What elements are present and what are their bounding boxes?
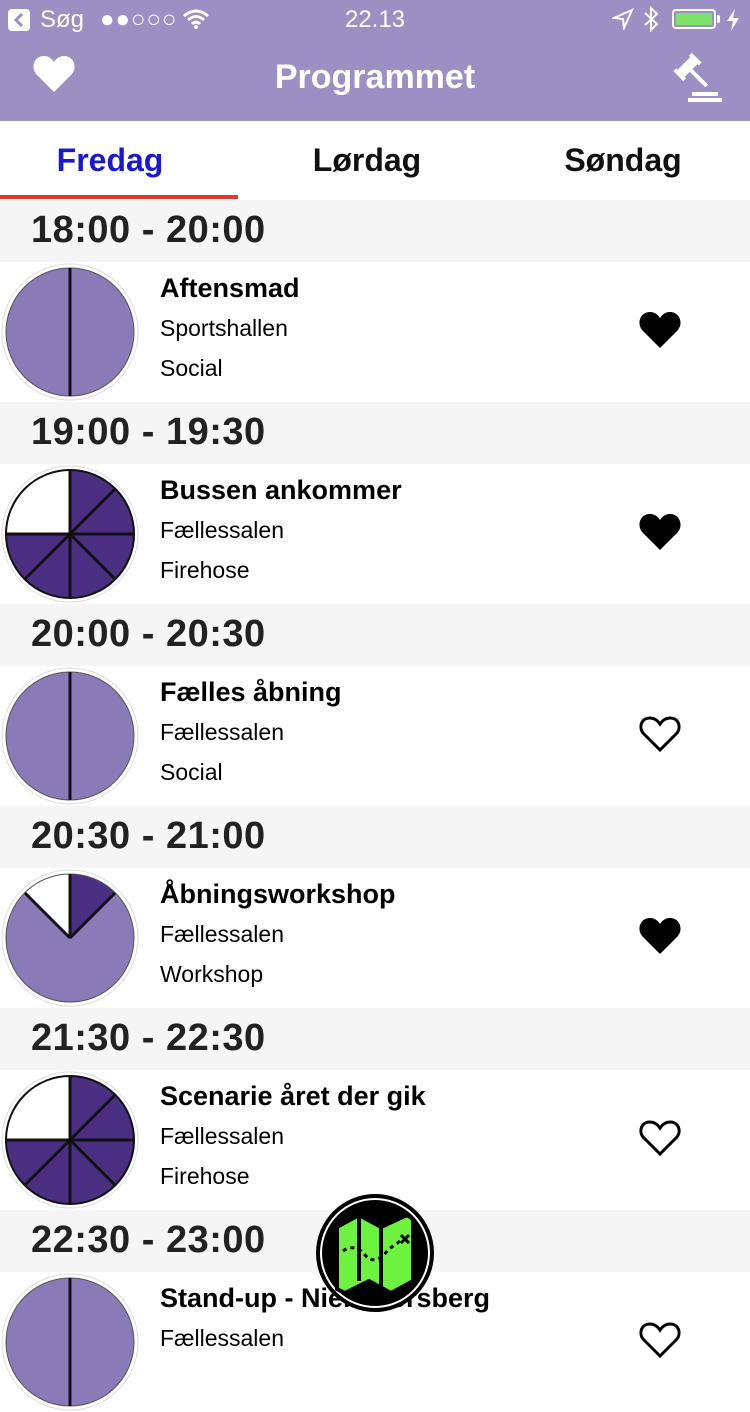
- event-location: Fællessalen: [160, 1123, 284, 1149]
- heart-filled-icon[interactable]: [638, 512, 682, 552]
- event-location: Fællessalen: [160, 1325, 284, 1351]
- battery-level: [676, 13, 712, 25]
- tab-fredag[interactable]: Fredag: [0, 121, 220, 200]
- time-range: 18:00 - 20:00: [31, 209, 266, 251]
- clock: 22.13: [344, 6, 406, 33]
- day-tabs: Fredag Lørdag Søndag: [0, 121, 750, 200]
- location-arrow-icon: [610, 8, 634, 37]
- time-section-header: 19:00 - 19:30: [0, 402, 750, 464]
- time-section-header: 20:30 - 21:00: [0, 806, 750, 868]
- time-section-header: 20:00 - 20:30: [0, 604, 750, 666]
- heart-outline-icon[interactable]: [638, 1118, 682, 1158]
- event-category: Social: [160, 759, 223, 785]
- event-location: Sportshallen: [160, 315, 288, 341]
- navigation-bar: Programmet: [0, 40, 750, 121]
- heart-outline-icon[interactable]: [638, 1320, 682, 1360]
- time-range: 22:30 - 23:00: [31, 1219, 266, 1261]
- event-location: Fællessalen: [160, 719, 284, 745]
- event-location: Fællessalen: [160, 921, 284, 947]
- map-icon: [316, 1194, 434, 1312]
- heart-filled-icon[interactable]: [638, 916, 682, 956]
- time-range: 20:00 - 20:30: [31, 613, 266, 655]
- workshop-pie-icon: [1, 869, 139, 1007]
- battery-icon: [672, 9, 716, 29]
- time-section-header: 21:30 - 22:30: [0, 1008, 750, 1070]
- event-title: Scenarie året der gik: [160, 1081, 426, 1111]
- event-location: Fællessalen: [160, 517, 284, 543]
- time-range: 19:00 - 19:30: [31, 411, 266, 453]
- active-tab-indicator: [0, 195, 238, 199]
- event-title: Åbningsworkshop: [160, 879, 396, 909]
- bluetooth-icon: [642, 5, 660, 39]
- firehose-pie-icon: [1, 465, 139, 603]
- gavel-icon[interactable]: [670, 52, 722, 104]
- charging-bolt-icon: [726, 9, 740, 38]
- battery-tip: [717, 15, 720, 23]
- page-title: Programmet: [274, 58, 476, 96]
- event-title: Aftensmad: [160, 273, 300, 303]
- tab-sondag[interactable]: Søndag: [498, 121, 748, 200]
- event-category: Firehose: [160, 1163, 250, 1189]
- time-range: 20:30 - 21:00: [31, 815, 266, 857]
- event-title: Fælles åbning: [160, 677, 342, 707]
- map-button[interactable]: [315, 1193, 435, 1313]
- social-pie-icon: [1, 667, 139, 805]
- time-section-header: 18:00 - 20:00: [0, 200, 750, 262]
- event-category: Firehose: [160, 557, 250, 583]
- status-bar: Søg ●●○○○ 22.13: [0, 0, 750, 40]
- heart-outline-icon[interactable]: [638, 714, 682, 754]
- firehose-pie-icon: [1, 1071, 139, 1209]
- list-item[interactable]: Åbningsworkshop Fællessalen Workshop: [0, 868, 750, 1008]
- social-pie-icon: [1, 1273, 139, 1411]
- event-category: Workshop: [160, 961, 264, 987]
- list-item[interactable]: Bussen ankommer Fællessalen Firehose: [0, 464, 750, 604]
- tab-lordag[interactable]: Lørdag: [242, 121, 492, 200]
- event-category: Social: [160, 355, 223, 381]
- time-range: 21:30 - 22:30: [31, 1017, 266, 1059]
- event-title: Bussen ankommer: [160, 475, 402, 505]
- social-pie-icon: [1, 263, 139, 401]
- list-item[interactable]: Scenarie året der gik Fællessalen Fireho…: [0, 1070, 750, 1210]
- list-item[interactable]: Fælles åbning Fællessalen Social: [0, 666, 750, 806]
- list-item[interactable]: Aftensmad Sportshallen Social: [0, 262, 750, 402]
- heart-filled-icon[interactable]: [638, 310, 682, 350]
